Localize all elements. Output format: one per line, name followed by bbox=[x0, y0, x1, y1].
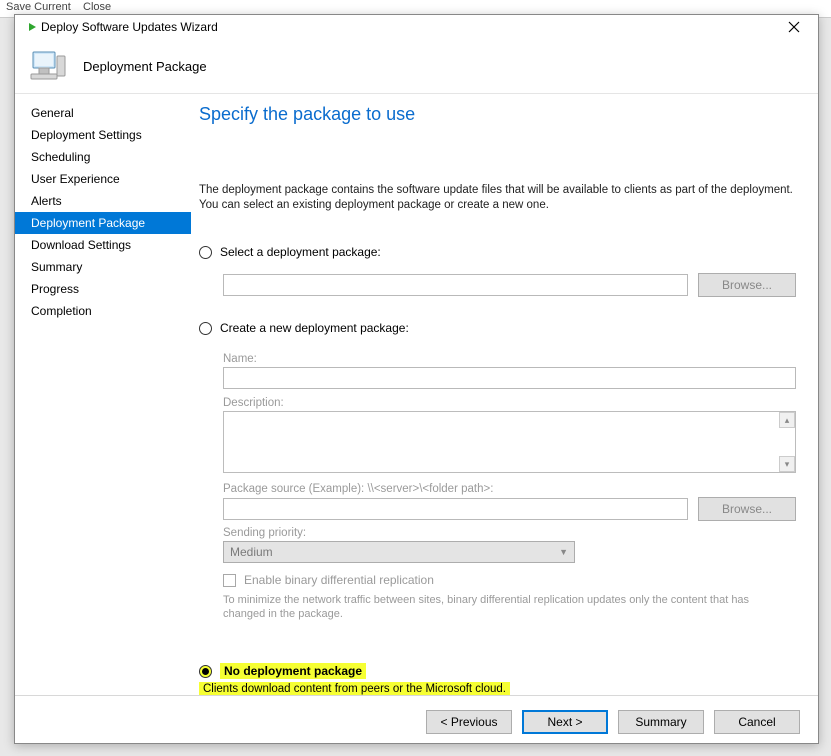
wizard-nav: General Deployment Settings Scheduling U… bbox=[15, 94, 191, 695]
name-label: Name: bbox=[223, 353, 796, 365]
window-title: Deploy Software Updates Wizard bbox=[41, 20, 774, 34]
summary-button[interactable]: Summary bbox=[618, 710, 704, 734]
radio-create-package-label: Create a new deployment package: bbox=[220, 321, 409, 335]
enable-diff-label: Enable binary differential replication bbox=[244, 573, 434, 587]
nav-item-deployment-package[interactable]: Deployment Package bbox=[15, 212, 191, 234]
wizard-dialog: Deploy Software Updates Wizard Deploymen… bbox=[14, 14, 819, 744]
diff-hint: To minimize the network traffic between … bbox=[223, 593, 783, 621]
textarea-scrollbar[interactable]: ▴ ▾ bbox=[779, 412, 795, 472]
previous-button[interactable]: < Previous bbox=[426, 710, 512, 734]
scroll-up-icon[interactable]: ▴ bbox=[779, 412, 795, 428]
nav-item-progress[interactable]: Progress bbox=[15, 278, 191, 300]
nav-item-completion[interactable]: Completion bbox=[15, 300, 191, 322]
title-bar: Deploy Software Updates Wizard bbox=[15, 15, 818, 39]
pkgsrc-label: Package source (Example): \\<server>\<fo… bbox=[223, 483, 796, 495]
wizard-footer: < Previous Next > Summary Cancel bbox=[15, 695, 818, 743]
cancel-button[interactable]: Cancel bbox=[714, 710, 800, 734]
priority-select[interactable]: Medium ▼ bbox=[223, 541, 575, 563]
page-title: Specify the package to use bbox=[199, 104, 796, 125]
wizard-arrow-icon bbox=[19, 19, 37, 35]
close-button[interactable] bbox=[774, 15, 814, 39]
enable-diff-checkbox[interactable] bbox=[223, 574, 236, 587]
pkgsrc-input[interactable] bbox=[223, 498, 688, 520]
nav-item-user-experience[interactable]: User Experience bbox=[15, 168, 191, 190]
priority-label: Sending priority: bbox=[223, 527, 796, 539]
computer-icon bbox=[29, 46, 69, 86]
browse-source-button[interactable]: Browse... bbox=[698, 497, 796, 521]
radio-create-package[interactable] bbox=[199, 322, 212, 335]
description-textarea[interactable]: ▴ ▾ bbox=[223, 411, 796, 473]
scroll-down-icon[interactable]: ▾ bbox=[779, 456, 795, 472]
chevron-down-icon: ▼ bbox=[559, 547, 568, 557]
radio-no-package[interactable] bbox=[199, 665, 212, 678]
close-icon bbox=[788, 21, 800, 33]
next-button[interactable]: Next > bbox=[522, 710, 608, 734]
nav-item-alerts[interactable]: Alerts bbox=[15, 190, 191, 212]
name-input[interactable] bbox=[223, 367, 796, 389]
browse-package-button[interactable]: Browse... bbox=[698, 273, 796, 297]
nav-item-summary[interactable]: Summary bbox=[15, 256, 191, 278]
select-package-input[interactable] bbox=[223, 274, 688, 296]
nav-item-scheduling[interactable]: Scheduling bbox=[15, 146, 191, 168]
wizard-page: Specify the package to use The deploymen… bbox=[191, 94, 818, 695]
radio-select-package-label: Select a deployment package: bbox=[220, 245, 381, 259]
nav-item-general[interactable]: General bbox=[15, 102, 191, 124]
no-package-description: Clients download content from peers or t… bbox=[199, 682, 510, 696]
nav-item-download-settings[interactable]: Download Settings bbox=[15, 234, 191, 256]
radio-no-package-label: No deployment package bbox=[220, 663, 366, 679]
page-intro: The deployment package contains the soft… bbox=[199, 183, 796, 213]
radio-select-package[interactable] bbox=[199, 246, 212, 259]
header-step-name: Deployment Package bbox=[83, 59, 207, 74]
description-label: Description: bbox=[223, 397, 796, 409]
nav-item-deployment-settings[interactable]: Deployment Settings bbox=[15, 124, 191, 146]
priority-value: Medium bbox=[230, 545, 273, 559]
header-band: Deployment Package bbox=[15, 39, 818, 93]
